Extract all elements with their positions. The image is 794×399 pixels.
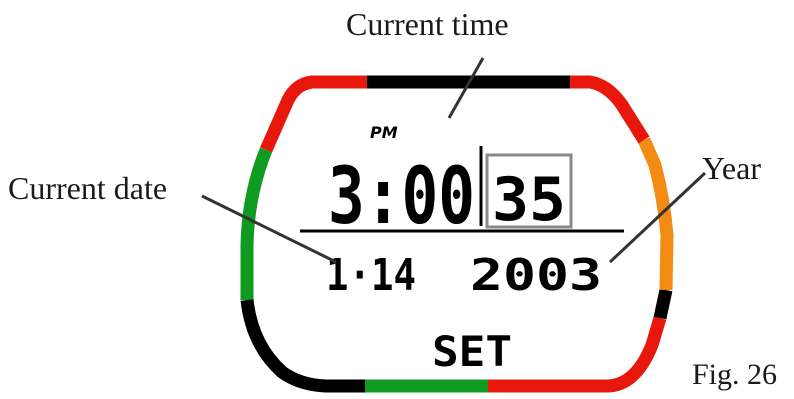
current-date-leader [201,194,337,264]
pm-indicator: PM [370,123,398,142]
current-time-digits: 3:00 [328,152,475,242]
bezel-top-right-red [570,75,650,144]
bezel-bottom-right-red [488,316,667,393]
bezel-bottom-left-black [240,299,365,393]
current-date-digits: 1·14 [326,250,416,301]
watch-display-diagram: PM 3:00 35 1·14 2003 SET [201,57,707,393]
bezel-right-black [653,288,673,320]
mode-indicator: SET [432,327,512,376]
bezel-right-orange [638,137,674,291]
seconds-digits: 35 [492,165,566,235]
bezel-top-left-red [260,75,367,153]
year-digits: 2003 [470,250,602,301]
